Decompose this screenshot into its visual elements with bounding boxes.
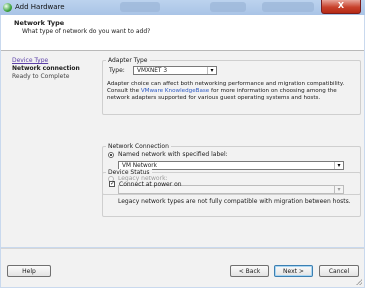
next-button[interactable]: Next >	[274, 265, 313, 277]
resize-grip-icon[interactable]	[356, 279, 362, 285]
step-network-connection: Network connection	[12, 65, 80, 72]
wizard-steps: Device Type Network connection Ready to …	[12, 57, 80, 81]
title-bar[interactable]: Add Hardware X	[0, 0, 365, 15]
device-status-legend: Device Status	[106, 169, 152, 176]
adapter-info-line: Adapter choice can affect both networkin…	[107, 81, 345, 87]
help-button[interactable]: Help	[7, 265, 51, 277]
page-subtitle: What type of network do you want to add?	[22, 28, 151, 35]
connect-at-power-on-checkbox[interactable]: ✓	[109, 181, 115, 187]
adapter-info-line: network adapters supported for various g…	[107, 95, 321, 101]
page-title: Network Type	[14, 19, 65, 27]
step-device-type[interactable]: Device Type	[12, 57, 80, 65]
device-status-group: Device Status ✓ Connect at power on	[102, 169, 361, 195]
close-icon: X	[337, 1, 345, 10]
window-title: Add Hardware	[15, 3, 65, 11]
adapter-info-suffix: for more information on choosing among t…	[209, 88, 337, 94]
legacy-network-note: Legacy network types are not fully compa…	[118, 198, 351, 205]
background-window-tab	[120, 2, 160, 12]
adapter-type-legend: Adapter Type	[106, 57, 150, 64]
background-window-tab	[210, 2, 246, 12]
named-network-dropdown[interactable]: VM Network ▾	[118, 161, 344, 170]
step-ready-to-complete: Ready to Complete	[12, 73, 70, 80]
adapter-info-text: Adapter choice can affect both networkin…	[107, 81, 359, 102]
kb-link[interactable]: VMware KnowledgeBase	[141, 88, 209, 94]
chevron-down-icon: ▾	[334, 162, 343, 169]
network-connection-legend: Network Connection	[106, 143, 171, 150]
adapter-type-group: Adapter Type Type: VMXNET 3 ▾ Adapter ch…	[102, 57, 361, 115]
adapter-info-prefix: Consult the	[107, 88, 141, 94]
back-button[interactable]: < Back	[230, 265, 269, 277]
wizard-footer: Help < Back Next > Cancel	[1, 248, 364, 287]
connect-at-power-on-label: Connect at power on	[119, 181, 182, 188]
named-network-label: Named network with specified label:	[118, 151, 228, 158]
adapter-type-dropdown[interactable]: VMXNET 3 ▾	[133, 66, 217, 75]
cancel-button[interactable]: Cancel	[319, 265, 359, 277]
background-window-tab	[262, 2, 314, 12]
wizard-body: Device Type Network connection Ready to …	[1, 51, 364, 247]
chevron-down-icon: ▾	[207, 67, 216, 74]
adapter-info-line: Consult the VMware KnowledgeBase for mor…	[107, 88, 359, 95]
close-button[interactable]: X	[321, 0, 361, 14]
vsphere-app-icon	[3, 3, 12, 12]
adapter-type-value: VMXNET 3	[137, 68, 168, 74]
wizard-header: Network Type What type of network do you…	[1, 15, 364, 51]
adapter-type-label: Type:	[109, 67, 125, 74]
named-network-radio[interactable]	[108, 152, 114, 158]
